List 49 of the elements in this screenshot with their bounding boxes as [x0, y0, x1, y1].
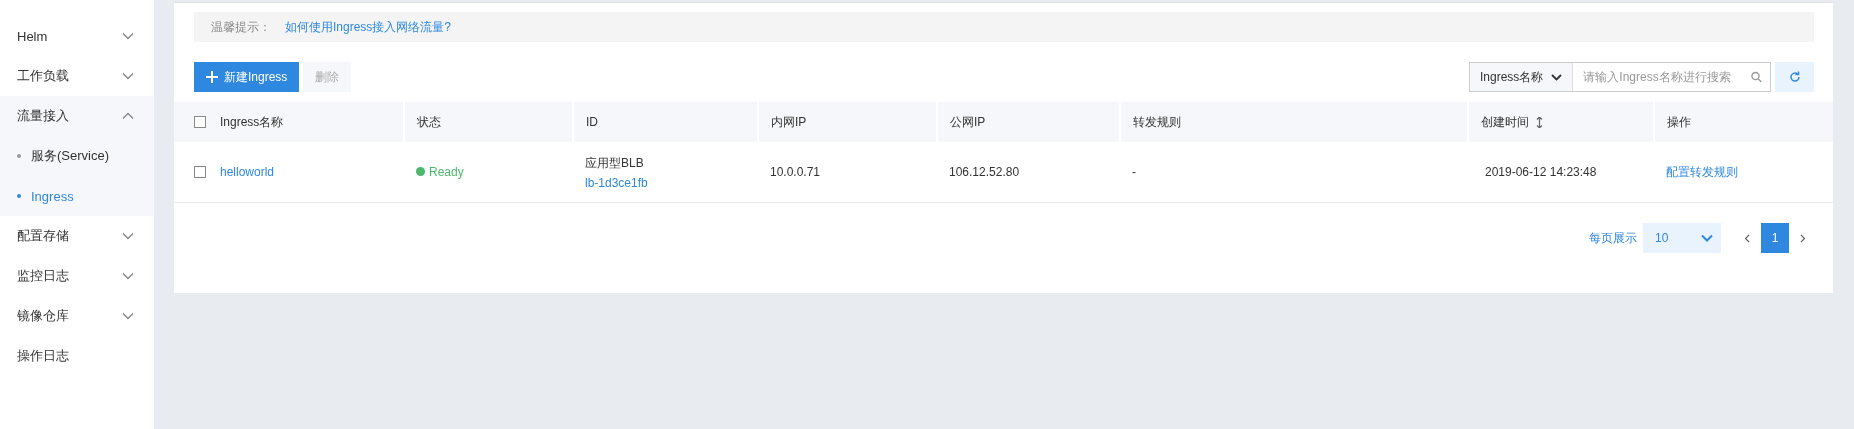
- column-header: 状态: [417, 114, 441, 129]
- column-header: 公网IP: [950, 114, 986, 129]
- table-cell: -: [1132, 165, 1136, 179]
- page-size-label: 每页展示: [1589, 229, 1637, 247]
- refresh-icon: [1788, 71, 1801, 83]
- search-icon: [1751, 71, 1762, 83]
- column-header: ID: [586, 115, 598, 129]
- id-link[interactable]: lb-1d3ce1fb: [585, 175, 648, 190]
- configure-rules-link[interactable]: 配置转发规则: [1666, 164, 1738, 179]
- checkbox[interactable]: [194, 166, 206, 178]
- chevron-down-icon: [1701, 234, 1713, 242]
- menu-item[interactable]: 监控日志: [0, 256, 154, 296]
- chevron-down-icon: [122, 72, 134, 80]
- menu-item[interactable]: Helm: [0, 16, 154, 56]
- chevron-down-icon: [122, 312, 134, 320]
- column-header: 内网IP: [771, 114, 807, 129]
- menu-item[interactable]: 工作负载: [0, 56, 154, 96]
- table-cell: 10.0.0.71: [770, 165, 821, 179]
- column-header: 转发规则: [1133, 114, 1181, 129]
- column-header: 操作: [1667, 114, 1691, 129]
- menu-item[interactable]: 镜像仓库: [0, 296, 154, 336]
- submenu-item[interactable]: Ingress: [0, 176, 154, 216]
- table-cell-text: 应用型BLB: [585, 154, 645, 172]
- tip-label: 温馨提示：: [211, 18, 271, 36]
- search-field[interactable]: Ingress名称 请输入Ingress名称进行搜索: [1469, 62, 1771, 92]
- help-link[interactable]: 如何使用Ingress接入网络流量?: [285, 18, 452, 36]
- table-cell: 106.12.52.80: [949, 165, 1020, 179]
- plus-icon: [206, 71, 218, 83]
- sort-icon[interactable]: [1536, 116, 1544, 128]
- previous-page-icon[interactable]: [1744, 233, 1750, 243]
- filter-dropdown[interactable]: Ingress名称: [1470, 63, 1574, 91]
- chevron-down-icon: [122, 32, 134, 40]
- chevron-down-icon: [1551, 73, 1563, 81]
- column-header[interactable]: 创建时间: [1481, 114, 1544, 129]
- submenu-item[interactable]: 服务(Service): [0, 136, 154, 176]
- chevron-down-icon: [122, 232, 134, 240]
- menu-item[interactable]: 配置存储: [0, 216, 154, 256]
- chevron-down-icon: [122, 272, 134, 280]
- column-header: Ingress名称: [220, 113, 284, 131]
- page-button[interactable]: 1: [1761, 223, 1789, 253]
- create-button[interactable]: 新建Ingress: [194, 62, 300, 92]
- menu-item[interactable]: 操作日志: [0, 336, 154, 376]
- next-page-icon[interactable]: [1800, 233, 1806, 243]
- table-cell: 2019-06-12 14:23:48: [1485, 165, 1597, 179]
- menu-item[interactable]: 流量接入: [0, 96, 154, 136]
- checkbox[interactable]: [194, 116, 206, 128]
- chevron-up-icon: [122, 112, 134, 120]
- ingress-name-link[interactable]: helloworld: [220, 165, 275, 179]
- status-label: Ready: [416, 164, 464, 179]
